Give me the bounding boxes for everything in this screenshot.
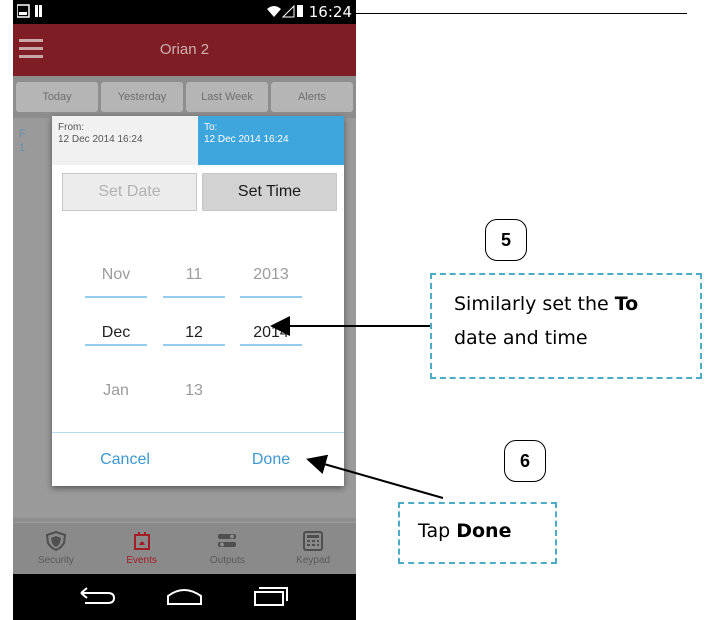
nav-events[interactable]: Events [99,523,185,575]
callout-step-6: Tap Done [398,502,557,564]
to-tab[interactable]: To: 12 Dec 2014 16:24 [198,116,344,165]
document-rule-line [355,13,687,14]
outputs-icon [218,534,237,547]
set-date-button[interactable]: Set Date [62,173,197,211]
cancel-button[interactable]: Cancel [52,433,198,487]
day-selected[interactable]: 12 [163,304,225,362]
date-time-dialog: From: 12 Dec 2014 16:24 To: 12 Dec 2014 … [52,116,344,486]
month-next[interactable]: Jan [85,362,147,420]
dialog-footer: Cancel Done [52,432,344,487]
app-bar: Orian 2 [13,24,356,76]
year-selected[interactable]: 2014 [240,304,302,362]
year-next[interactable] [240,362,302,420]
from-tab[interactable]: From: 12 Dec 2014 16:24 [52,116,198,165]
shield-icon [45,531,66,551]
status-bar: 16:24 [13,0,356,24]
month-selected[interactable]: Dec [85,304,147,362]
phone-screen: 16:24 Orian 2 Today Yesterday Last Week … [13,0,356,620]
bottom-nav: Security Events Outputs Keypad [13,522,356,575]
dialog-header: From: 12 Dec 2014 16:24 To: 12 Dec 2014 … [52,116,344,165]
picker-divider [163,296,225,298]
recents-icon [254,587,288,606]
step-6-badge: 6 [504,440,546,482]
month-picker[interactable]: Nov Dec Jan [85,246,147,420]
status-time: 16:24 [308,3,352,21]
tab-yesterday[interactable]: Yesterday [101,82,183,112]
from-label: From: [58,122,85,133]
nav-outputs[interactable]: Outputs [185,523,271,575]
from-value: 12 Dec 2014 16:24 [58,134,143,145]
picker-divider [240,296,302,298]
to-value: 12 Dec 2014 16:24 [204,134,289,145]
notification-icon [16,4,42,18]
home-icon [167,589,202,605]
bell-icon [133,532,150,550]
picker-divider [163,344,225,346]
list-fragment: F 1 [19,128,26,154]
tab-today[interactable]: Today [16,82,98,112]
system-nav-bar [13,574,356,620]
day-next[interactable]: 13 [163,362,225,420]
to-label: To: [204,122,218,133]
year-picker[interactable]: 2013 2014 [240,246,302,420]
nav-security[interactable]: Security [13,523,99,575]
step-5-badge: 5 [485,219,527,261]
day-picker[interactable]: 11 12 13 [163,246,225,420]
tab-alerts[interactable]: Alerts [271,82,353,112]
status-right: 16:24 [266,3,352,21]
notification-icons [16,4,47,23]
keypad-icon [303,531,324,551]
done-button[interactable]: Done [198,433,344,487]
picker-divider [85,344,147,346]
nav-keypad[interactable]: Keypad [270,523,356,575]
picker-divider [240,344,302,346]
app-title: Orian 2 [159,41,210,58]
picker-divider [85,296,147,298]
callout-step-5: Similarly set the To date and time [430,273,702,379]
back-icon [80,587,116,604]
system-nav-icons [80,587,288,606]
tab-last-week[interactable]: Last Week [186,82,268,112]
signal-battery-icon [266,4,303,18]
set-time-button[interactable]: Set Time [202,173,337,211]
filter-tabs: Today Yesterday Last Week Alerts [16,82,353,112]
